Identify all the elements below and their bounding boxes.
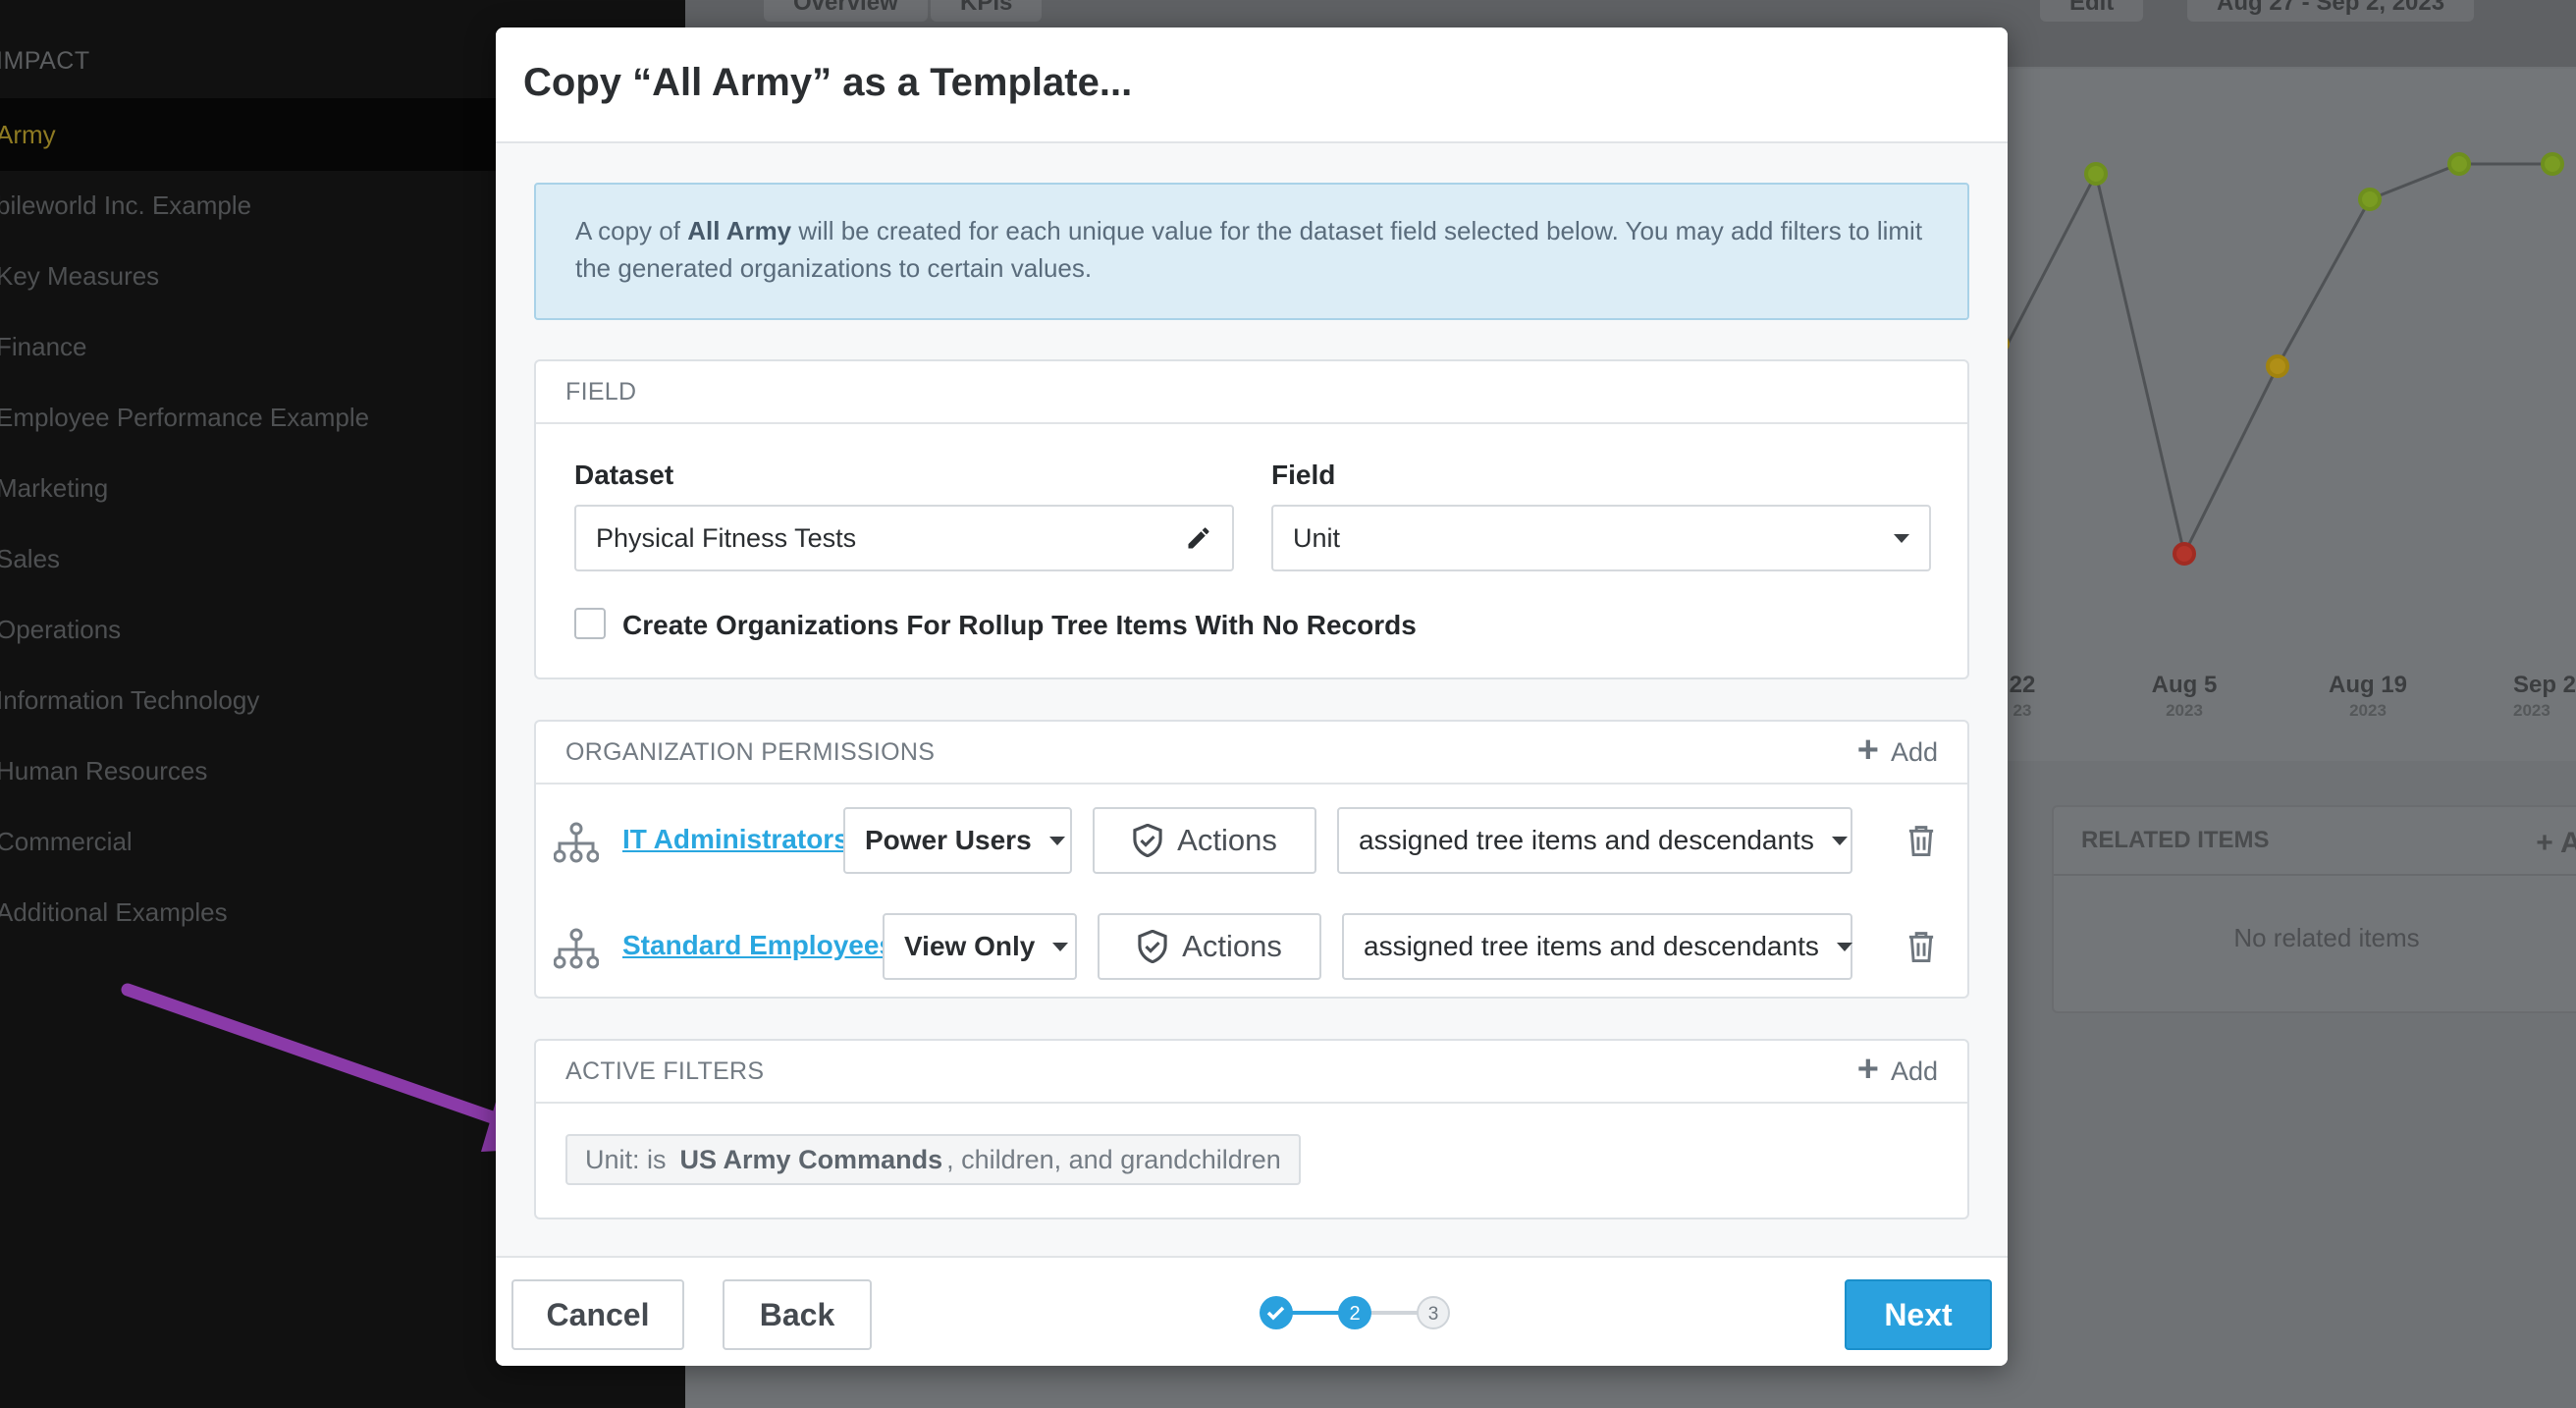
pencil-icon[interactable]: [1185, 524, 1212, 552]
trash-icon[interactable]: [1906, 930, 1936, 963]
org-tree-icon: [554, 822, 599, 863]
trash-icon[interactable]: [1906, 824, 1936, 857]
chart-x-tick: Aug 19 2023: [2328, 672, 2407, 721]
chart-point: [2541, 152, 2564, 176]
related-items-header: RELATED ITEMS + Ad: [2054, 807, 2576, 876]
tab-kpis[interactable]: KPIs: [931, 0, 1043, 22]
filters-panel: ACTIVE FILTERS + Add Unit: is US Army Comm…: [534, 1039, 1969, 1219]
back-button[interactable]: Back: [723, 1279, 872, 1350]
field-panel-header: FIELD: [536, 361, 1967, 424]
plus-icon: +: [1856, 1049, 1879, 1090]
chart-x-tick: Sep 2 2023: [2513, 672, 2576, 721]
sidebar-item[interactable]: Marketing: [0, 473, 108, 504]
chevron-down-icon: [1836, 942, 1852, 951]
field-label: Field: [1271, 460, 1336, 490]
sidebar-item[interactable]: bileworld Inc. Example: [0, 190, 251, 221]
chevron-down-icon: [1894, 533, 1909, 543]
dataset-value: Physical Fitness Tests: [596, 522, 857, 553]
field-panel: FIELD Dataset Physical Fitness Tests Fie…: [534, 359, 1969, 679]
plus-icon: +: [1856, 730, 1879, 771]
group-link[interactable]: Standard Employees: [622, 930, 894, 961]
chevron-down-icon: [1048, 836, 1065, 845]
tab-overview[interactable]: Overview: [764, 0, 928, 22]
modal-header: Copy “All Army” as a Template...: [496, 27, 2008, 143]
dataset-input[interactable]: Physical Fitness Tests: [574, 505, 1234, 571]
add-filter-button[interactable]: + Add: [1856, 1049, 1938, 1090]
sidebar-item[interactable]: Sales: [0, 544, 60, 574]
dataset-label: Dataset: [574, 460, 674, 490]
sidebar-item[interactable]: Operations: [0, 615, 121, 645]
annotation-arrow-shaft: [121, 983, 527, 1134]
chart-point: [2447, 152, 2471, 176]
sidebar-item[interactable]: Human Resources: [0, 756, 207, 786]
info-banner: A copy of All Army will be created for e…: [534, 183, 1969, 320]
next-button[interactable]: Next: [1845, 1279, 1992, 1350]
filters-panel-header: ACTIVE FILTERS + Add: [536, 1041, 1967, 1104]
date-range[interactable]: Aug 27 - Sep 2, 2023: [2187, 0, 2475, 22]
chart-x-tick: Aug 5 2023: [2151, 672, 2218, 721]
sidebar-item[interactable]: Information Technology: [0, 685, 259, 716]
rollup-checkbox-label: Create Organizations For Rollup Tree Ite…: [622, 610, 1417, 640]
copy-template-modal: Copy “All Army” as a Template... A copy …: [496, 27, 2008, 1366]
org-tree-icon: [554, 928, 599, 969]
filter-chip[interactable]: Unit: is US Army Commands, children, and …: [565, 1134, 1301, 1185]
kpi-chart: [2003, 152, 2564, 566]
permissions-panel-title: ORGANIZATION PERMISSIONS: [565, 737, 936, 766]
step-indicator: 2 3: [1260, 1296, 1450, 1329]
permission-row: Standard Employees View Only Actions ass…: [536, 906, 1967, 995]
chart-point: [2173, 542, 2196, 566]
field-panel-title: FIELD: [565, 377, 637, 406]
scope-select[interactable]: assigned tree items and descendants: [1342, 913, 1852, 980]
rollup-checkbox[interactable]: [574, 608, 606, 639]
step-2-label: 2: [1349, 1303, 1360, 1325]
chevron-down-icon: [1052, 942, 1069, 951]
group-link[interactable]: IT Administrators: [622, 824, 849, 855]
sidebar-item[interactable]: Finance: [0, 332, 87, 362]
sidebar-item[interactable]: Key Measures: [0, 261, 159, 292]
permission-row: IT Administrators Power Users Actions as…: [536, 800, 1967, 889]
field-select[interactable]: Unit: [1271, 505, 1931, 571]
sidebar-item[interactable]: Additional Examples: [0, 897, 228, 928]
actions-button[interactable]: Actions: [1093, 807, 1316, 874]
sidebar-item[interactable]: Employee Performance Example: [0, 403, 369, 433]
related-items-add-button[interactable]: + Ad: [2536, 827, 2576, 860]
add-permission-button[interactable]: + Add: [1856, 730, 1938, 771]
shield-check-icon: [1133, 824, 1162, 857]
filters-panel-title: ACTIVE FILTERS: [565, 1056, 765, 1085]
sidebar-section-label: IMPACT: [0, 47, 90, 75]
chart-point: [2266, 354, 2289, 378]
cancel-button[interactable]: Cancel: [511, 1279, 684, 1350]
related-items-panel: RELATED ITEMS + Ad No related items: [2052, 805, 2576, 1013]
modal-footer: Cancel Back 2 3 Next: [496, 1256, 2008, 1366]
field-value: Unit: [1293, 522, 1341, 553]
chevron-down-icon: [1831, 836, 1848, 845]
shield-check-icon: [1138, 930, 1167, 963]
scope-select[interactable]: assigned tree items and descendants: [1337, 807, 1852, 874]
modal-title: Copy “All Army” as a Template...: [523, 61, 1133, 104]
permissions-panel-header: ORGANIZATION PERMISSIONS + Add: [536, 722, 1967, 785]
role-select[interactable]: Power Users: [843, 807, 1072, 874]
related-items-title: RELATED ITEMS: [2081, 827, 2270, 853]
sidebar-item-army[interactable]: Army: [0, 120, 56, 150]
step-3-label: 3: [1428, 1304, 1439, 1325]
actions-button[interactable]: Actions: [1098, 913, 1321, 980]
related-items-empty: No related items: [2233, 923, 2420, 952]
role-select[interactable]: View Only: [883, 913, 1077, 980]
chart-point: [2358, 188, 2382, 211]
chart-x-tick: 22 23: [2009, 672, 2036, 721]
sidebar-item[interactable]: Commercial: [0, 827, 133, 857]
edit-button[interactable]: Edit: [2040, 0, 2144, 22]
chart-point: [2084, 162, 2108, 186]
permissions-panel: ORGANIZATION PERMISSIONS + Add IT Adminis…: [534, 720, 1969, 999]
